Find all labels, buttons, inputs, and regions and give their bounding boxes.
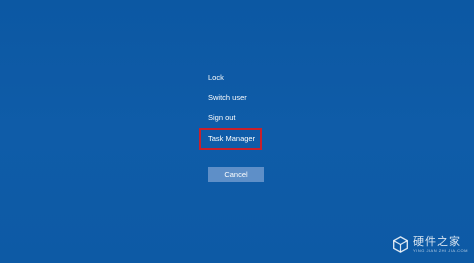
security-screen: Lock Switch user Sign out Task Manager C… [0, 0, 474, 263]
sign-out-option[interactable]: Sign out [208, 113, 236, 123]
switch-user-option[interactable]: Switch user [208, 93, 247, 103]
lock-option[interactable]: Lock [208, 73, 224, 83]
watermark-title: 硬件之家 [413, 235, 462, 248]
watermark: 硬件之家 YING JIAN ZHI JIA.COM [392, 236, 468, 253]
task-manager-highlight [199, 128, 262, 150]
cube-logo-icon [393, 236, 409, 253]
cancel-button[interactable]: Cancel [208, 167, 264, 182]
watermark-subtitle: YING JIAN ZHI JIA.COM [413, 248, 468, 253]
